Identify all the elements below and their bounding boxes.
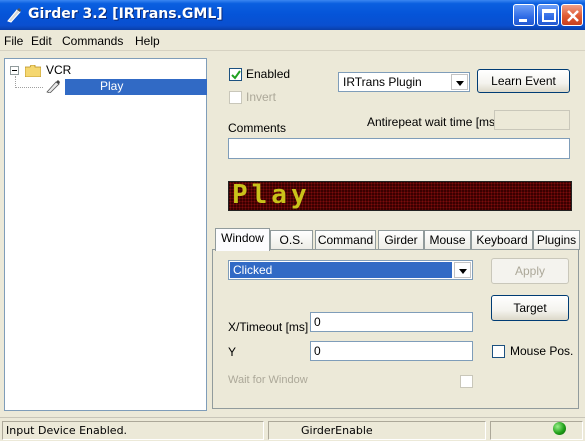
minimize-button[interactable]	[513, 4, 535, 26]
menu-edit[interactable]: Edit	[31, 34, 52, 48]
status-led-icon	[553, 422, 566, 435]
menu-file[interactable]: File	[4, 34, 23, 48]
collapse-icon[interactable]	[10, 66, 19, 75]
status-pane-middle: GirderEnable	[268, 421, 486, 440]
invert-checkbox[interactable]	[229, 91, 242, 104]
status-text: Input Device Enabled.	[6, 424, 128, 437]
learn-event-button[interactable]: Learn Event	[477, 69, 570, 93]
tab-command[interactable]: Command	[315, 230, 376, 250]
xtimeout-label: X/Timeout [ms]	[228, 320, 309, 334]
enabled-label: Enabled	[246, 67, 291, 81]
plugin-select[interactable]: IRTrans Plugin	[338, 72, 470, 92]
apply-button[interactable]: Apply	[491, 258, 569, 284]
menu-bar: File Edit Commands Help	[0, 30, 585, 51]
chevron-down-icon[interactable]	[451, 74, 468, 90]
title-bar[interactable]: Girder 3.2 [IRTrans.GML]	[0, 0, 585, 30]
menu-commands[interactable]: Commands	[62, 34, 123, 48]
wait-for-window-checkbox[interactable]	[460, 375, 473, 388]
status-pane-left: Input Device Enabled.	[2, 421, 264, 440]
tree-selection	[65, 79, 207, 95]
maximize-button[interactable]	[537, 4, 559, 26]
command-icon	[46, 80, 60, 93]
pen-app-icon	[7, 8, 21, 23]
mouse-pos-label: Mouse Pos.	[510, 344, 574, 358]
tab-strip: Window O.S. Command Girder Mouse Keyboar…	[211, 228, 581, 251]
tab-mouse[interactable]: Mouse	[424, 230, 471, 250]
minimize-icon	[519, 19, 527, 22]
comments-label: Comments	[228, 121, 287, 135]
action-select[interactable]: Clicked	[228, 260, 473, 280]
maximize-icon	[542, 9, 556, 22]
close-icon	[567, 10, 579, 22]
menu-help[interactable]: Help	[135, 34, 160, 48]
window-title: Girder 3.2 [IRTrans.GML]	[28, 6, 223, 22]
invert-label: Invert	[246, 90, 277, 104]
action-select-value: Clicked	[233, 263, 273, 277]
enabled-checkbox[interactable]	[229, 68, 242, 81]
y-label: Y	[228, 345, 237, 359]
antirepeat-input[interactable]	[494, 110, 570, 130]
tab-plugins[interactable]: Plugins	[533, 230, 580, 250]
target-button[interactable]: Target	[491, 295, 569, 321]
plugin-select-value: IRTrans Plugin	[343, 75, 422, 89]
status-bar: Input Device Enabled. GirderEnable	[0, 417, 585, 441]
checkmark-icon	[231, 70, 241, 80]
tab-keyboard[interactable]: Keyboard	[471, 230, 533, 250]
tab-girder[interactable]: Girder	[378, 230, 424, 250]
status-girder-enable: GirderEnable	[301, 424, 373, 437]
wait-for-window-label: Wait for Window	[228, 374, 308, 386]
tree-item-play[interactable]: Play	[100, 79, 123, 93]
tab-os[interactable]: O.S.	[270, 230, 313, 250]
app-window: Girder 3.2 [IRTrans.GML] File Edit Comma…	[0, 0, 585, 441]
mouse-pos-checkbox[interactable]	[492, 345, 505, 358]
antirepeat-label: Antirepeat wait time [ms]	[367, 115, 499, 129]
comments-input[interactable]	[228, 138, 570, 159]
y-input[interactable]: 0	[310, 341, 473, 361]
folder-icon	[25, 65, 41, 77]
status-pane-right	[490, 421, 583, 440]
tree-item-vcr[interactable]: VCR	[46, 63, 71, 77]
xtimeout-input[interactable]: 0	[310, 312, 473, 332]
tree-line	[15, 87, 43, 88]
close-button[interactable]	[561, 4, 583, 26]
tab-window[interactable]: Window	[215, 228, 270, 251]
led-display-text: Play	[232, 180, 311, 210]
command-tree[interactable]: VCR Play	[4, 58, 207, 411]
chevron-down-icon[interactable]	[454, 262, 471, 278]
